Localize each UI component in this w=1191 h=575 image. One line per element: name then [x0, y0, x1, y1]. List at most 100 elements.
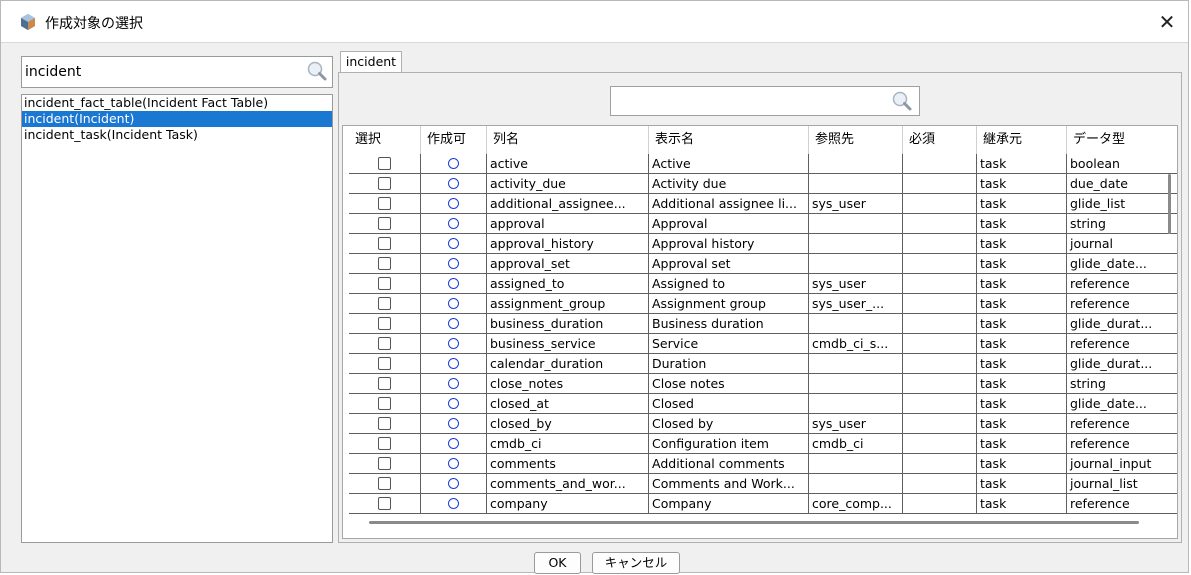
- table-row[interactable]: closed_by Closed by sys_user task reference: [343, 414, 1177, 434]
- app-icon: [21, 14, 35, 30]
- table-row[interactable]: approval_set Approval set task glide_date..…: [343, 254, 1177, 274]
- creatable-cell: [421, 414, 487, 434]
- table-search-box[interactable]: [21, 56, 333, 88]
- table-row[interactable]: calendar_duration Duration task glide_durat…: [343, 354, 1177, 374]
- select-cell[interactable]: [349, 354, 421, 374]
- table-row[interactable]: comments_and_wor... Comments and Work... t…: [343, 474, 1177, 494]
- select-checkbox[interactable]: [378, 457, 391, 470]
- cell-ref: [809, 454, 903, 474]
- cell-required: [903, 274, 977, 294]
- select-checkbox[interactable]: [378, 417, 391, 430]
- table-search-input[interactable]: [25, 61, 295, 83]
- table-list-item[interactable]: incident_task(Incident Task): [22, 127, 332, 143]
- table-row[interactable]: activity_due Activity due task due_date: [343, 174, 1177, 194]
- table-row[interactable]: close_notes Close notes task string: [343, 374, 1177, 394]
- select-cell[interactable]: [349, 254, 421, 274]
- cell-required: [903, 414, 977, 434]
- select-cell[interactable]: [349, 414, 421, 434]
- select-cell[interactable]: [349, 374, 421, 394]
- cell-display: Assigned to: [649, 274, 809, 294]
- ok-button[interactable]: OK: [534, 552, 581, 574]
- select-cell[interactable]: [349, 494, 421, 514]
- select-cell[interactable]: [349, 154, 421, 174]
- select-checkbox[interactable]: [378, 357, 391, 370]
- select-cell[interactable]: [349, 194, 421, 214]
- column-header[interactable]: 表示名: [649, 126, 809, 154]
- table-row[interactable]: company Company core_comp... task reference: [343, 494, 1177, 514]
- select-checkbox[interactable]: [378, 477, 391, 490]
- table-list-item[interactable]: incident(Incident): [22, 111, 332, 127]
- select-cell[interactable]: [349, 234, 421, 254]
- cell-display: Approval: [649, 214, 809, 234]
- table-row[interactable]: closed_at Closed task glide_date...: [343, 394, 1177, 414]
- select-cell[interactable]: [349, 394, 421, 414]
- table-row[interactable]: approval Approval task string: [343, 214, 1177, 234]
- creatable-circle-icon: [448, 418, 459, 429]
- vertical-scrollbar[interactable]: [1168, 174, 1171, 234]
- horizontal-scrollbar[interactable]: [369, 521, 1139, 524]
- table-row[interactable]: approval_history Approval history task jour…: [343, 234, 1177, 254]
- select-cell[interactable]: [349, 174, 421, 194]
- cell-ref: [809, 354, 903, 374]
- cell-inherit: task: [977, 474, 1067, 494]
- cell-inherit: task: [977, 314, 1067, 334]
- select-checkbox[interactable]: [378, 377, 391, 390]
- select-checkbox[interactable]: [378, 337, 391, 350]
- column-header[interactable]: 列名: [487, 126, 649, 154]
- select-cell[interactable]: [349, 454, 421, 474]
- column-header[interactable]: 作成可: [421, 126, 487, 154]
- select-checkbox[interactable]: [378, 177, 391, 190]
- select-checkbox[interactable]: [378, 437, 391, 450]
- select-checkbox[interactable]: [378, 397, 391, 410]
- column-header[interactable]: 継承元: [977, 126, 1067, 154]
- select-checkbox[interactable]: [378, 157, 391, 170]
- select-checkbox[interactable]: [378, 317, 391, 330]
- cell-inherit: task: [977, 274, 1067, 294]
- close-button[interactable]: ✕: [1154, 10, 1180, 34]
- table-row[interactable]: business_service Service cmdb_ci_s... task r…: [343, 334, 1177, 354]
- select-checkbox[interactable]: [378, 497, 391, 510]
- column-header[interactable]: 参照先: [809, 126, 903, 154]
- select-checkbox[interactable]: [378, 237, 391, 250]
- select-cell[interactable]: [349, 434, 421, 454]
- cancel-button[interactable]: キャンセル: [592, 552, 680, 574]
- cell-inherit: task: [977, 334, 1067, 354]
- cell-inherit: task: [977, 174, 1067, 194]
- select-cell[interactable]: [349, 294, 421, 314]
- creatable-circle-icon: [448, 458, 459, 469]
- column-header[interactable]: 必須: [903, 126, 977, 154]
- cell-col: business_service: [487, 334, 649, 354]
- select-checkbox[interactable]: [378, 197, 391, 210]
- cell-inherit: task: [977, 434, 1067, 454]
- column-header[interactable]: データ型: [1067, 126, 1177, 154]
- table-row[interactable]: comments Additional comments task journal_i…: [343, 454, 1177, 474]
- select-cell[interactable]: [349, 334, 421, 354]
- cell-display: Additional comments: [649, 454, 809, 474]
- table-list-item[interactable]: incident_fact_table(Incident Fact Table): [22, 95, 332, 111]
- cell-type: reference: [1067, 494, 1177, 514]
- select-checkbox[interactable]: [378, 277, 391, 290]
- creatable-circle-icon: [448, 198, 459, 209]
- table-row[interactable]: active Active task boolean: [343, 154, 1177, 174]
- table-row[interactable]: additional_assignee... Additional assigne…: [343, 194, 1177, 214]
- table-row[interactable]: assignment_group Assignment group sys_user…: [343, 294, 1177, 314]
- column-header[interactable]: 選択: [349, 126, 421, 154]
- table-row[interactable]: cmdb_ci Configuration item cmdb_ci task refe…: [343, 434, 1177, 454]
- select-checkbox[interactable]: [378, 257, 391, 270]
- select-cell[interactable]: [349, 314, 421, 334]
- search-icon[interactable]: [891, 90, 913, 112]
- cell-display: Business duration: [649, 314, 809, 334]
- table-row[interactable]: assigned_to Assigned to sys_user task refere…: [343, 274, 1177, 294]
- column-filter-box[interactable]: [610, 86, 920, 116]
- select-checkbox[interactable]: [378, 297, 391, 310]
- select-cell[interactable]: [349, 474, 421, 494]
- search-icon[interactable]: [306, 60, 328, 82]
- tab-incident[interactable]: incident: [340, 51, 402, 73]
- cell-col: approval_history: [487, 234, 649, 254]
- select-cell[interactable]: [349, 274, 421, 294]
- creatable-cell: [421, 334, 487, 354]
- table-row[interactable]: business_duration Business duration task gl…: [343, 314, 1177, 334]
- cell-ref: sys_user: [809, 274, 903, 294]
- select-cell[interactable]: [349, 214, 421, 234]
- select-checkbox[interactable]: [378, 217, 391, 230]
